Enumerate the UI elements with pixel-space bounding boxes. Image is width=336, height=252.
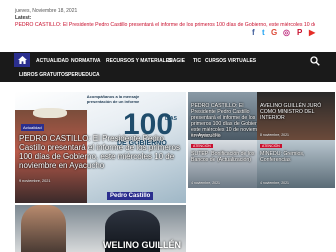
header-date: jueves, Noviembre 18, 2021 [15,8,78,14]
news-card[interactable]: ATENCIÓN SUTEP: Bonificación de los Banc… [188,140,266,188]
nav-item-libros-gratuitos[interactable]: LIBROS GRATUITOS [19,72,68,78]
nav-item-tic[interactable]: TIC [193,58,201,64]
nav-item-recursos[interactable]: RECURSOS Y MATERIALES [106,58,172,64]
person-figure [21,205,66,252]
instagram-icon[interactable]: ◎ [283,29,290,37]
featured-date: 9 noviembre, 2021 [19,179,51,183]
home-icon [17,56,27,64]
home-button[interactable] [14,53,30,67]
latest-label: Latest: [15,15,32,21]
card-badge: ATENCIÓN [191,144,213,148]
news-card[interactable]: PEDRO CASTILLO: El Presidente Pedro Cast… [188,92,266,140]
card-title[interactable]: MINEDU: Gremios, Conferencias [260,151,334,163]
brand-badge: Pedro Castillo [107,192,154,200]
top-header: jueves, Noviembre 18, 2021 Latest: PEDRO… [0,0,336,50]
card-title[interactable]: AVELINO GUILLÉN JURÓ COMO MINISTRO DEL I… [260,103,334,121]
nav-item-normativa[interactable]: NORMATIVA [71,58,101,64]
card-title[interactable]: SUTEP: Bonificación de los Bancos de (Ac… [191,151,265,163]
card-date: 4 noviembre, 2021 [260,181,289,185]
banner-caption: Acompáñanos a la mensaje presentación de… [86,94,140,104]
secondary-article[interactable]: WELINO GUILLÉN [15,205,186,252]
card-date: 8 noviembre, 2021 [260,133,289,137]
card-badge: ATENCIÓN [260,144,282,148]
featured-article[interactable]: Acompáñanos a la mensaje presentación de… [15,92,186,203]
search-icon[interactable] [310,56,320,66]
news-card[interactable]: AVELINO GUILLÉN JURÓ COMO MINISTRO DEL I… [257,92,335,140]
featured-title[interactable]: PEDRO CASTILLO: El Presidente Pedro Cast… [19,134,184,170]
secondary-title[interactable]: WELINO GUILLÉN [103,240,181,250]
card-date: 9 noviembre, 2021 [191,133,220,137]
twitter-icon[interactable]: t [262,29,265,37]
big-number-suffix: DÍAS [165,116,177,122]
nav-item-actualidad[interactable]: ACTUALIDAD [36,58,69,64]
youtube-icon[interactable]: ▶ [309,29,315,37]
hat-shape [33,108,67,118]
facebook-icon[interactable]: f [252,29,255,37]
nav-item-perueduca[interactable]: PERUEDUCA [68,72,100,78]
pinterest-icon[interactable]: P [297,29,302,37]
news-ticker[interactable]: PEDRO CASTILLO: El Presidente Pedro Cast… [15,22,315,28]
category-badge[interactable]: Actualidad [21,124,44,131]
google-plus-icon[interactable]: G [271,29,277,37]
card-date: 4 noviembre, 2021 [191,181,220,185]
nav-item-siagie[interactable]: SIAGIE [168,58,185,64]
news-card[interactable]: ATENCIÓN MINEDU: Gremios, Conferencias 4… [257,140,335,188]
nav-item-cursos-virtuales[interactable]: CURSOS VIRTUALES [205,58,256,64]
